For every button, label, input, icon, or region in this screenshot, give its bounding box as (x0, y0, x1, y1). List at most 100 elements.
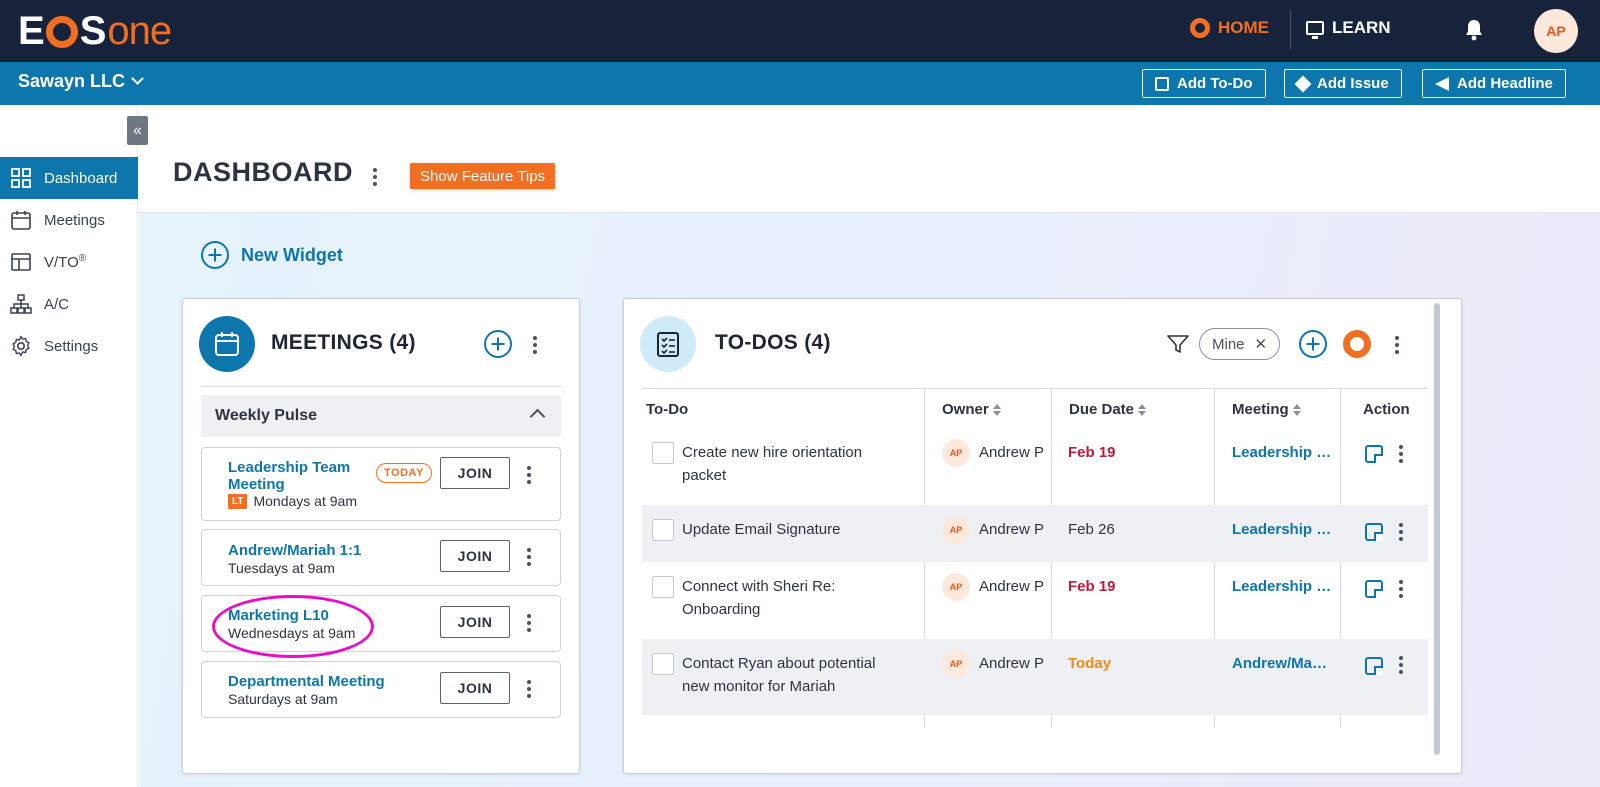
todos-widget-menu-icon[interactable] (1390, 336, 1404, 354)
owner-avatar: AP (942, 516, 970, 544)
eos-one-logo[interactable]: E Sone (18, 9, 172, 53)
todos-widget-icon-circle (640, 316, 696, 372)
todo-checkbox[interactable] (652, 519, 674, 541)
chevron-down-icon (131, 72, 144, 85)
sidebar-item-dashboard[interactable]: Dashboard (0, 157, 138, 199)
filter-icon[interactable] (1166, 333, 1190, 355)
col-due-date[interactable]: Due Date (1069, 401, 1147, 418)
nav-learn-label: LEARN (1332, 18, 1391, 37)
meeting-schedule: LT Mondays at 9am (228, 493, 357, 509)
add-todo-button[interactable]: Add To-Do (1142, 69, 1266, 98)
grid-icon (11, 168, 31, 188)
checklist-icon (657, 332, 679, 357)
meeting-item[interactable]: Andrew/Mariah 1:1 Tuesdays at 9am JOIN (201, 529, 561, 586)
meeting-link[interactable]: Leadership Team Meeting (1232, 444, 1332, 461)
col-due-label: Due Date (1069, 401, 1135, 418)
join-button[interactable]: JOIN (440, 672, 510, 704)
due-date[interactable]: Feb 26 (1068, 521, 1115, 538)
org-bar: Sawayn LLC Add To-Do Add Issue Add Headl… (0, 62, 1600, 105)
note-icon[interactable] (1365, 523, 1383, 541)
row-menu-icon[interactable] (1394, 656, 1408, 674)
todo-text-line2: packet (682, 467, 727, 484)
add-headline-button[interactable]: Add Headline (1422, 69, 1566, 98)
due-date[interactable]: Today (1068, 655, 1111, 672)
due-date[interactable]: Feb 19 (1068, 578, 1116, 595)
note-icon[interactable] (1365, 580, 1383, 598)
meeting-item[interactable]: Marketing L10 Wednesdays at 9am JOIN (201, 595, 561, 652)
double-chevron-left-icon: « (133, 121, 142, 139)
meeting-item[interactable]: Leadership Team Meeting TODAY LT Mondays… (201, 447, 561, 521)
new-widget-label: New Widget (241, 244, 343, 265)
join-button[interactable]: JOIN (440, 606, 510, 638)
meeting-name-line2: Meeting (228, 476, 285, 493)
todo-checkbox[interactable] (652, 653, 674, 675)
col-owner[interactable]: Owner (942, 401, 1001, 418)
page-options-menu-icon[interactable] (368, 168, 382, 186)
calendar-icon (11, 211, 31, 230)
todo-text[interactable]: Connect with Sheri Re: Onboarding (682, 575, 902, 621)
meeting-name[interactable]: Departmental Meeting (228, 673, 385, 690)
org-switcher[interactable]: Sawayn LLC (18, 71, 144, 92)
add-todo-plus-icon[interactable] (1299, 330, 1327, 358)
registered-mark: ® (78, 253, 87, 264)
todo-text[interactable]: Contact Ryan about potential new monitor… (682, 652, 902, 698)
nav-learn[interactable]: LEARN (1306, 18, 1391, 39)
row-menu-icon[interactable] (1394, 445, 1408, 463)
meeting-item-menu-icon[interactable] (522, 614, 536, 632)
logo-lifering-icon (45, 16, 78, 48)
collapse-sidebar-button[interactable]: « (127, 116, 148, 145)
due-date[interactable]: Feb 19 (1068, 444, 1116, 461)
meeting-item-menu-icon[interactable] (522, 466, 536, 484)
meetings-widget-icon-circle (199, 316, 255, 372)
page-title: DASHBOARD (173, 157, 353, 187)
owner-name: Andrew P (979, 444, 1045, 461)
meeting-link[interactable]: Leadership Team Meeting (1232, 521, 1332, 538)
meetings-widget-menu-icon[interactable] (528, 336, 542, 354)
meeting-item[interactable]: Departmental Meeting Saturdays at 9am JO… (201, 661, 561, 718)
add-issue-label: Add Issue (1317, 75, 1389, 92)
join-button[interactable]: JOIN (440, 540, 510, 572)
new-widget-button[interactable]: New Widget (201, 241, 343, 269)
row-menu-icon[interactable] (1394, 523, 1408, 541)
user-avatar[interactable]: AP (1534, 9, 1578, 53)
sidebar-item-meetings[interactable]: Meetings (0, 199, 138, 241)
nav-home[interactable]: HOME (1190, 18, 1269, 38)
sidebar-item-settings[interactable]: Settings (0, 325, 138, 367)
join-button[interactable]: JOIN (440, 457, 510, 489)
sidebar-item-vto[interactable]: V/TO® (0, 241, 138, 283)
show-feature-tips-button[interactable]: Show Feature Tips (410, 163, 556, 189)
sidebar-item-ac[interactable]: A/C (0, 283, 138, 325)
col-action: Action (1363, 401, 1410, 418)
vertical-scrollbar[interactable] (1434, 303, 1440, 755)
meeting-name[interactable]: Marketing L10 (228, 607, 329, 624)
add-issue-button[interactable]: Add Issue (1284, 69, 1402, 98)
col-meeting-label: Meeting (1232, 401, 1289, 418)
meetings-widget: MEETINGS (4) Weekly Pulse Leadership Tea… (182, 298, 580, 774)
note-icon[interactable] (1365, 657, 1383, 675)
close-icon[interactable]: ✕ (1255, 335, 1268, 353)
meeting-item-menu-icon[interactable] (522, 548, 536, 566)
mine-filter-chip[interactable]: Mine ✕ (1199, 328, 1281, 360)
todo-text[interactable]: Create new hire orientation packet (682, 441, 902, 487)
meeting-item-menu-icon[interactable] (522, 680, 536, 698)
meeting-link[interactable]: Leadership Team Meeting (1232, 578, 1332, 595)
add-meeting-plus-icon[interactable] (484, 330, 512, 358)
todo-text[interactable]: Update Email Signature (682, 518, 902, 541)
col-meeting[interactable]: Meeting (1232, 401, 1301, 418)
note-icon[interactable] (1365, 445, 1383, 463)
meeting-group-weekly-pulse[interactable]: Weekly Pulse (201, 395, 561, 437)
meeting-name[interactable]: Leadership Team Meeting (228, 459, 350, 493)
meeting-name[interactable]: Andrew/Mariah 1:1 (228, 542, 361, 559)
meeting-link[interactable]: Andrew/Mariah 1:1 (1232, 655, 1332, 672)
todo-checkbox[interactable] (652, 576, 674, 598)
add-headline-label: Add Headline (1457, 75, 1553, 92)
row-menu-icon[interactable] (1394, 580, 1408, 598)
bell-icon[interactable] (1462, 18, 1486, 42)
layout-icon (11, 253, 31, 271)
todo-checkbox[interactable] (652, 442, 674, 464)
todo-text-line2: new monitor for Mariah (682, 678, 836, 695)
vto-text: V/TO (44, 254, 79, 271)
add-todo-label: Add To-Do (1177, 75, 1253, 92)
lifering-icon[interactable] (1343, 330, 1371, 358)
meeting-name-line1: Leadership Team (228, 459, 351, 476)
